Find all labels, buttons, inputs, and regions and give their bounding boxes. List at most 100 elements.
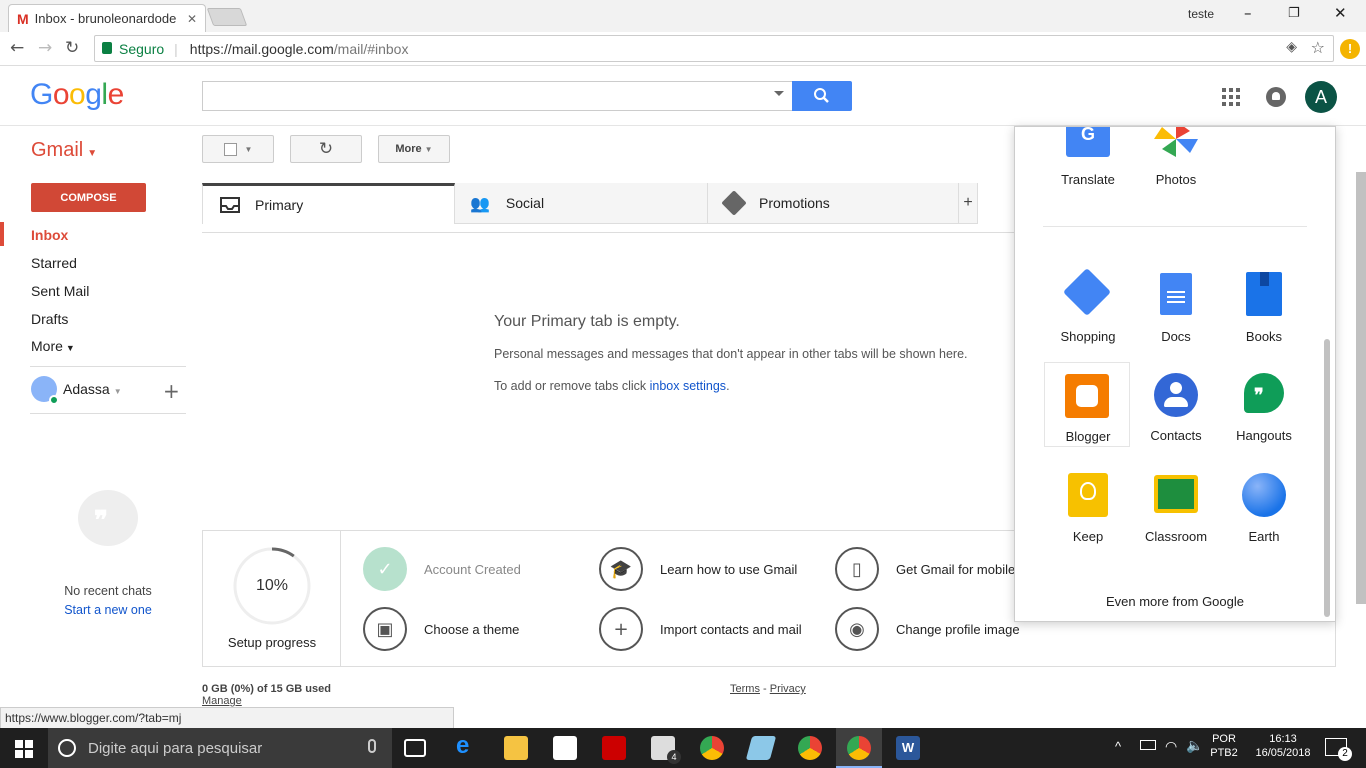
app-contacts[interactable]: Contacts bbox=[1132, 363, 1220, 447]
image-icon: ▣ bbox=[363, 607, 407, 651]
app-blogger[interactable]: Blogger bbox=[1044, 362, 1130, 447]
app-docs[interactable]: Docs bbox=[1132, 267, 1220, 347]
wifi-icon[interactable]: ◠ bbox=[1165, 738, 1177, 755]
add-tab-plus-icon[interactable]: + bbox=[958, 183, 978, 224]
translate-icon: G bbox=[1066, 127, 1110, 157]
step-import-contacts[interactable]: + Import contacts and mail bbox=[599, 607, 802, 651]
tag-icon bbox=[721, 190, 747, 216]
gmail-app-menu[interactable]: Gmail ▼ bbox=[31, 139, 97, 162]
close-window-icon[interactable]: ✕ bbox=[1334, 4, 1347, 22]
app-books[interactable]: Books bbox=[1220, 267, 1308, 347]
privacy-link[interactable]: Privacy bbox=[770, 683, 806, 695]
store-icon[interactable] bbox=[553, 736, 577, 760]
inbox-settings-link[interactable]: inbox settings bbox=[650, 379, 726, 393]
mail-badge: 4 bbox=[667, 750, 681, 764]
account-avatar[interactable]: A bbox=[1305, 81, 1337, 113]
sidebar-item-sent-mail[interactable]: Sent Mail bbox=[31, 283, 89, 299]
refresh-button[interactable]: ↻ bbox=[290, 135, 362, 163]
step-gmail-mobile[interactable]: ▯ Get Gmail for mobile bbox=[835, 547, 1015, 591]
step-learn-gmail[interactable]: 🎓 Learn how to use Gmail bbox=[599, 547, 797, 591]
sidebar-item-starred[interactable]: Starred bbox=[31, 255, 77, 271]
no-recent-chats: No recent chats bbox=[64, 584, 152, 598]
minimize-icon[interactable]: – bbox=[1244, 4, 1252, 22]
chrome-alert-icon[interactable]: ! bbox=[1340, 39, 1360, 59]
file-explorer-icon[interactable] bbox=[504, 736, 528, 760]
microphone-icon[interactable] bbox=[368, 739, 376, 753]
app-shopping[interactable]: Shopping bbox=[1044, 267, 1132, 347]
close-tab-icon[interactable]: ✕ bbox=[187, 12, 197, 26]
empty-tab-description: Personal messages and messages that don'… bbox=[494, 347, 968, 361]
app-hangouts[interactable]: ❞ Hangouts bbox=[1220, 363, 1308, 447]
checkmark-icon: ✓ bbox=[363, 547, 407, 591]
page-scrollbar[interactable] bbox=[1356, 172, 1366, 604]
browser-titlebar: M Inbox - brunoleonardode ✕ teste – ❐ ✕ bbox=[0, 0, 1366, 32]
sidebar-item-drafts[interactable]: Drafts bbox=[31, 311, 68, 327]
forward-icon[interactable]: → bbox=[38, 38, 52, 58]
lock-icon bbox=[102, 42, 112, 54]
sidebar-item-inbox[interactable]: Inbox bbox=[31, 227, 68, 243]
maximize-icon[interactable]: ❐ bbox=[1288, 6, 1300, 21]
task-view-icon[interactable] bbox=[404, 739, 426, 757]
setup-progress-value: 10% bbox=[255, 577, 289, 594]
word-icon[interactable]: W bbox=[896, 736, 920, 760]
hangouts-user-avatar[interactable] bbox=[31, 376, 59, 405]
refresh-icon: ↻ bbox=[318, 139, 334, 159]
app-keep[interactable]: Keep bbox=[1044, 463, 1132, 547]
taskbar-search-input[interactable]: Digite aqui para pesquisar bbox=[48, 728, 392, 768]
chrome-profile-icon[interactable] bbox=[798, 736, 822, 760]
windows-start-icon[interactable] bbox=[15, 740, 33, 758]
empty-tab-hint: To add or remove tabs click inbox settin… bbox=[494, 379, 730, 393]
notes-app-icon[interactable] bbox=[745, 736, 777, 760]
notifications-bell-icon[interactable] bbox=[1266, 87, 1286, 107]
input-language[interactable]: POR PTB2 bbox=[1206, 733, 1242, 759]
app-classroom[interactable]: Classroom bbox=[1132, 463, 1220, 547]
step-account-created: ✓ Account Created bbox=[363, 547, 521, 591]
eye-icon[interactable]: ◈ bbox=[1286, 39, 1297, 55]
app-earth[interactable]: Earth bbox=[1220, 463, 1308, 547]
url-field[interactable]: Seguro | https://mail.google.com/mail/#i… bbox=[94, 35, 1334, 62]
back-icon[interactable]: ← bbox=[10, 38, 24, 58]
apps-grid-icon[interactable] bbox=[1222, 88, 1240, 106]
edge-browser-icon[interactable]: e bbox=[456, 732, 480, 759]
new-tab-button[interactable] bbox=[206, 8, 248, 26]
search-button[interactable] bbox=[792, 81, 852, 111]
tab-primary[interactable]: Primary bbox=[202, 183, 455, 224]
tab-social[interactable]: 👥 Social bbox=[455, 183, 708, 224]
reload-icon[interactable]: ↻ bbox=[65, 38, 79, 58]
terms-link[interactable]: Terms bbox=[730, 683, 760, 695]
step-choose-theme[interactable]: ▣ Choose a theme bbox=[363, 607, 519, 651]
system-clock[interactable]: 16:13 16/05/2018 bbox=[1248, 733, 1318, 759]
books-icon bbox=[1246, 272, 1282, 316]
volume-icon[interactable]: 🔈 bbox=[1186, 738, 1203, 754]
google-logo[interactable]: Google bbox=[30, 78, 124, 112]
phone-icon: ▯ bbox=[835, 547, 879, 591]
step-profile-image[interactable]: ◉ Change profile image bbox=[835, 607, 1020, 651]
search-options-chevron-icon[interactable] bbox=[774, 91, 784, 96]
app-photos[interactable]: Photos bbox=[1132, 127, 1220, 197]
battery-icon[interactable] bbox=[1140, 740, 1156, 750]
tray-chevron-icon[interactable]: ^ bbox=[1115, 739, 1121, 754]
app-translate[interactable]: G Translate bbox=[1044, 127, 1132, 197]
select-checkbox-button[interactable]: ▼ bbox=[202, 135, 274, 163]
even-more-from-google-link[interactable]: Even more from Google bbox=[1015, 594, 1335, 609]
chrome-active-taskbar-item[interactable] bbox=[836, 728, 882, 768]
empty-tab-title: Your Primary tab is empty. bbox=[494, 313, 680, 330]
search-input[interactable] bbox=[202, 81, 792, 111]
window-user-label: teste bbox=[1188, 7, 1215, 21]
manage-storage-link[interactable]: Manage bbox=[202, 695, 242, 707]
compose-button[interactable]: COMPOSE bbox=[31, 183, 146, 212]
more-actions-button[interactable]: More ▼ bbox=[378, 135, 450, 163]
action-center-icon[interactable]: 2 bbox=[1325, 738, 1352, 761]
new-chat-plus-icon[interactable]: + bbox=[163, 379, 180, 403]
mail-app-icon[interactable]: 4 bbox=[651, 736, 681, 764]
browser-tab[interactable]: M Inbox - brunoleonardode ✕ bbox=[8, 4, 206, 32]
mcafee-icon[interactable] bbox=[602, 736, 626, 760]
bookmark-star-icon[interactable]: ☆ bbox=[1311, 38, 1325, 57]
app-launcher-scrollbar[interactable] bbox=[1324, 339, 1330, 617]
start-new-chat-link[interactable]: Start a new one bbox=[20, 603, 196, 617]
sidebar-item-more[interactable]: More ▼ bbox=[31, 338, 75, 354]
chrome-icon[interactable] bbox=[700, 736, 724, 760]
blogger-icon bbox=[1065, 374, 1109, 418]
hangouts-user-name[interactable]: Adassa ▼ bbox=[63, 381, 122, 397]
tab-promotions[interactable]: Promotions bbox=[708, 183, 958, 224]
